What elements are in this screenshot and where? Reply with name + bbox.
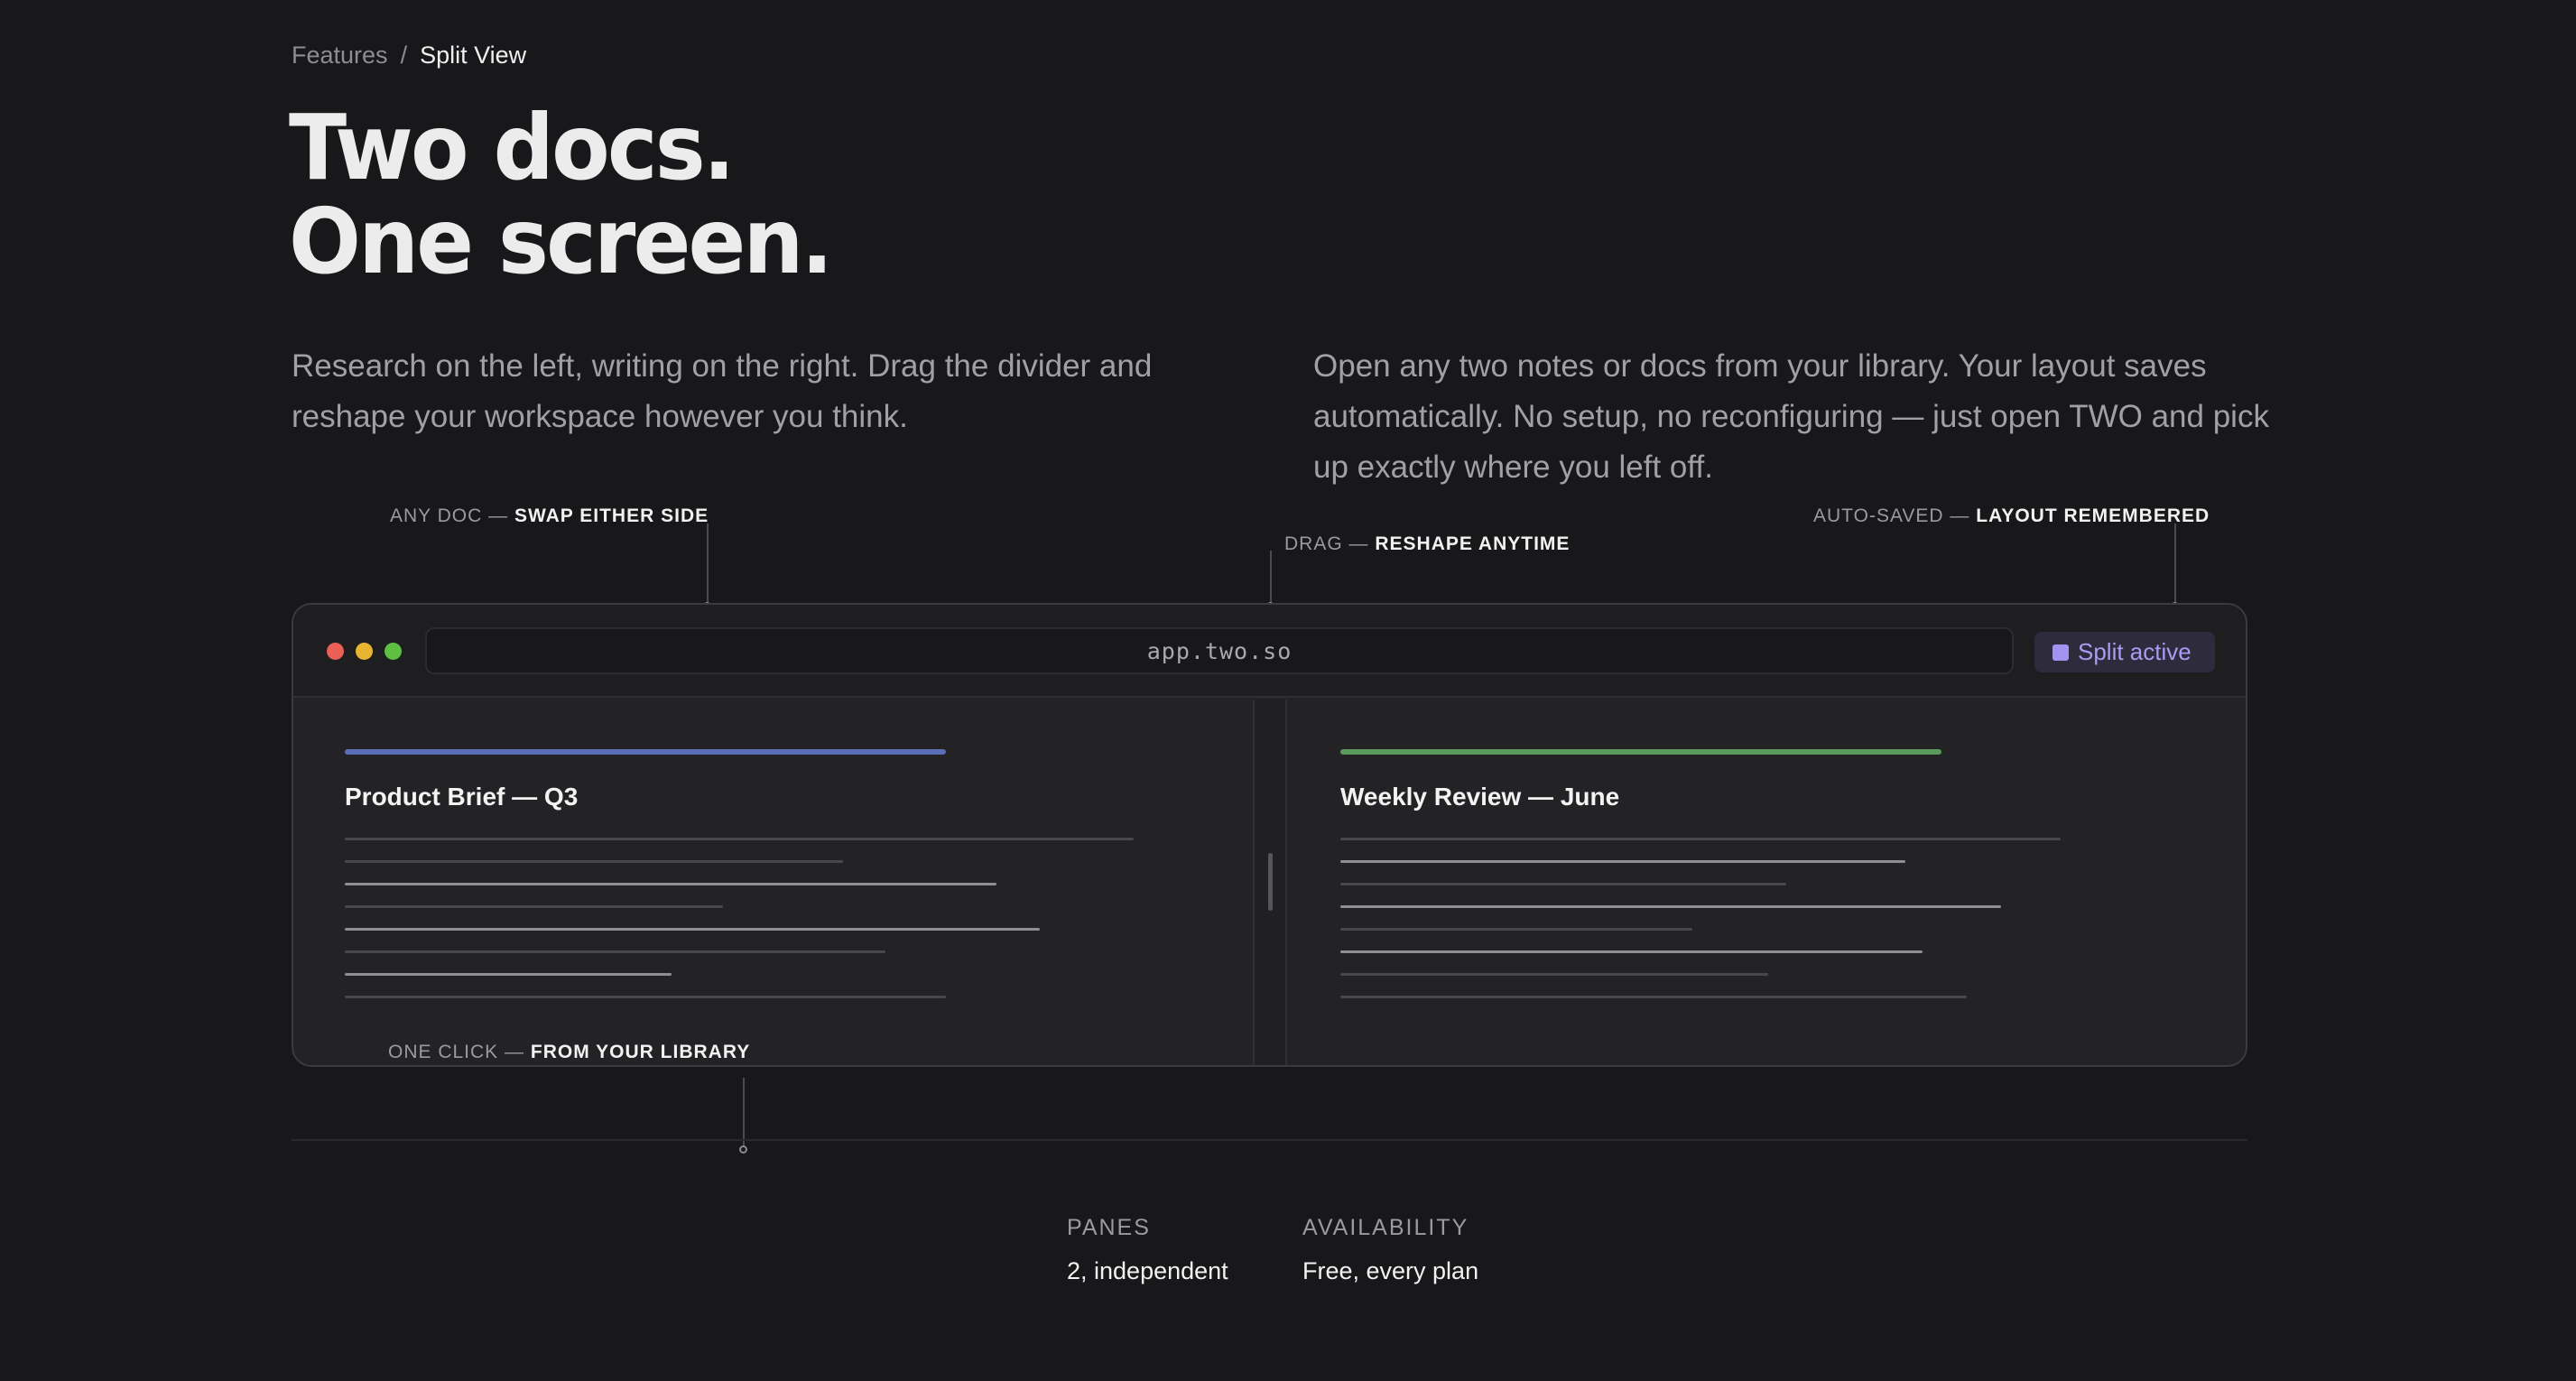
text-line (1340, 928, 1692, 931)
right-pane: Weekly Review — June (1287, 700, 2246, 1065)
maximize-dot-icon (385, 643, 402, 660)
text-line (345, 905, 723, 908)
minimize-dot-icon (356, 643, 373, 660)
callout-drag-prefix: DRAG — (1284, 533, 1376, 554)
intro-right-paragraph: Open any two notes or docs from your lib… (1313, 348, 2269, 485)
right-pane-accent-bar (1340, 749, 1941, 755)
window-titlebar: app.two.so Split active (293, 605, 2246, 698)
split-badge-label: Split active (2078, 638, 2191, 665)
stat-panes: PANES 2, independent (1067, 1215, 1228, 1285)
callout-one-click: ONE CLICK — FROM YOUR LIBRARY (388, 1042, 750, 1063)
text-line (1340, 996, 1967, 998)
breadcrumb-features-link[interactable]: Features (292, 42, 388, 70)
left-pane-accent-bar (345, 749, 946, 755)
pane-divider[interactable] (1253, 700, 1287, 1065)
left-pane: Product Brief — Q3 (293, 700, 1253, 1065)
callout-auto-saved-leader (2174, 524, 2176, 605)
callout-drag: DRAG — RESHAPE ANYTIME (1284, 533, 1570, 555)
callout-any-doc-prefix: ANY DOC — (390, 505, 514, 526)
callout-any-doc-strong: SWAP EITHER SIDE (514, 505, 709, 526)
text-line (345, 860, 843, 863)
text-line (1340, 838, 2061, 840)
text-line (345, 996, 946, 998)
stat-panes-label: PANES (1067, 1215, 1151, 1240)
right-pane-doc-title: Weekly Review — June (1340, 783, 1620, 811)
breadcrumb-current: Split View (420, 42, 527, 69)
callout-one-click-strong: FROM YOUR LIBRARY (530, 1042, 751, 1062)
callout-drag-strong: RESHAPE ANYTIME (1375, 533, 1571, 554)
text-line (345, 883, 996, 885)
stat-availability: AVAILABILITY Free, every plan (1302, 1215, 1478, 1285)
callout-auto-saved: AUTO-SAVED — LAYOUT REMEMBERED (1813, 505, 2210, 527)
intro-left-paragraph: Research on the left, writing on the rig… (292, 348, 1153, 434)
callout-one-click-dot (739, 1145, 747, 1154)
address-bar: app.two.so (425, 627, 2014, 674)
text-line (345, 838, 1134, 840)
section-divider (292, 1139, 2247, 1141)
text-line (345, 950, 885, 953)
split-active-badge: Split active (2034, 632, 2215, 672)
text-line (1340, 973, 1768, 976)
page-title-line-2: One screen. (289, 189, 833, 294)
callout-any-doc-leader (707, 524, 709, 605)
text-line (1340, 950, 1923, 953)
stat-availability-value: Free, every plan (1302, 1257, 1479, 1284)
callout-one-click-prefix: ONE CLICK — (388, 1042, 531, 1062)
callout-drag-leader (1270, 551, 1272, 605)
split-badge-icon (2052, 644, 2069, 661)
callout-any-doc: ANY DOC — SWAP EITHER SIDE (390, 505, 709, 527)
split-view-window: app.two.so Split active Product Brief — … (292, 603, 2247, 1067)
stat-availability-label: AVAILABILITY (1302, 1215, 1469, 1240)
page-title: Two docs. One screen. (289, 101, 866, 289)
divider-drag-handle[interactable] (1268, 853, 1273, 911)
close-dot-icon (327, 643, 344, 660)
text-line (345, 928, 1040, 931)
stat-panes-value: 2, independent (1067, 1257, 1228, 1284)
text-line (1340, 905, 2001, 908)
left-pane-doc-title: Product Brief — Q3 (345, 783, 579, 811)
callout-auto-saved-prefix: AUTO-SAVED — (1813, 505, 1977, 526)
breadcrumb-separator: / (400, 42, 408, 69)
breadcrumb: Features / Split View (292, 42, 526, 70)
text-line (345, 973, 672, 976)
text-line (1340, 860, 1905, 863)
page-title-line-1: Two docs. (289, 95, 736, 200)
text-line (1340, 883, 1786, 885)
